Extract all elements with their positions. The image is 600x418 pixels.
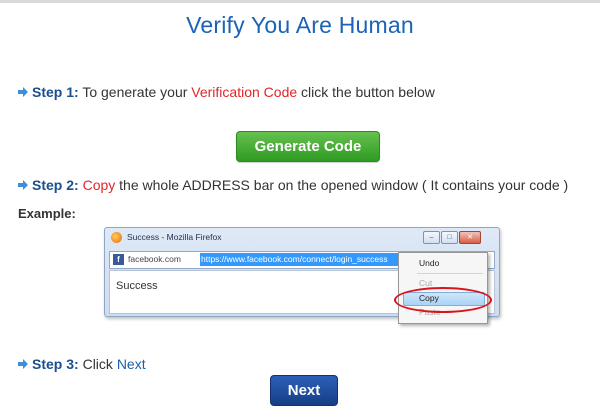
next-button[interactable]: Next xyxy=(270,375,338,406)
step-1-label: Step 1: xyxy=(32,84,79,100)
step-2-label: Step 2: xyxy=(32,177,79,193)
copy-highlight-circle xyxy=(394,287,492,313)
firefox-icon xyxy=(111,232,122,243)
arrow-right-icon xyxy=(18,359,28,369)
browser-content-text: Success xyxy=(116,280,158,292)
browser-window-title: Success - Mozilla Firefox xyxy=(127,232,222,242)
step-3-label: Step 3: xyxy=(32,356,79,372)
example-label: Example: xyxy=(18,206,76,221)
step-2-text-after: the whole ADDRESS bar on the opened wind… xyxy=(119,177,569,193)
selected-url: https://www.facebook.com/connect/login_s… xyxy=(200,253,410,266)
context-menu-separator xyxy=(417,273,483,274)
arrow-right-icon xyxy=(18,180,28,190)
browser-titlebar: Success - Mozilla Firefox – □ ✕ xyxy=(105,228,499,248)
step-1: Step 1: To generate your Verification Co… xyxy=(18,84,435,100)
step-3-text-before: Click xyxy=(82,356,113,372)
step-3: Step 3: Click Next xyxy=(18,356,146,372)
context-menu-undo: Undo xyxy=(419,258,440,268)
top-divider xyxy=(0,0,600,3)
step-2: Step 2: Copy the whole ADDRESS bar on th… xyxy=(18,177,568,193)
page-title: Verify You Are Human xyxy=(186,12,414,38)
step-3-highlight: Next xyxy=(116,356,146,372)
step-2-highlight: Copy xyxy=(82,177,116,193)
maximize-icon: □ xyxy=(441,231,458,244)
arrow-right-icon xyxy=(18,87,28,97)
facebook-icon: f xyxy=(113,254,124,265)
minimize-icon: – xyxy=(423,231,440,244)
site-identity-domain: facebook.com xyxy=(128,254,181,264)
step-1-highlight: Verification Code xyxy=(191,84,298,100)
step-1-text-after: click the button below xyxy=(301,84,435,100)
close-icon: ✕ xyxy=(459,231,481,244)
step-1-text-before: To generate your xyxy=(82,84,188,100)
generate-code-button[interactable]: Generate Code xyxy=(236,131,380,162)
